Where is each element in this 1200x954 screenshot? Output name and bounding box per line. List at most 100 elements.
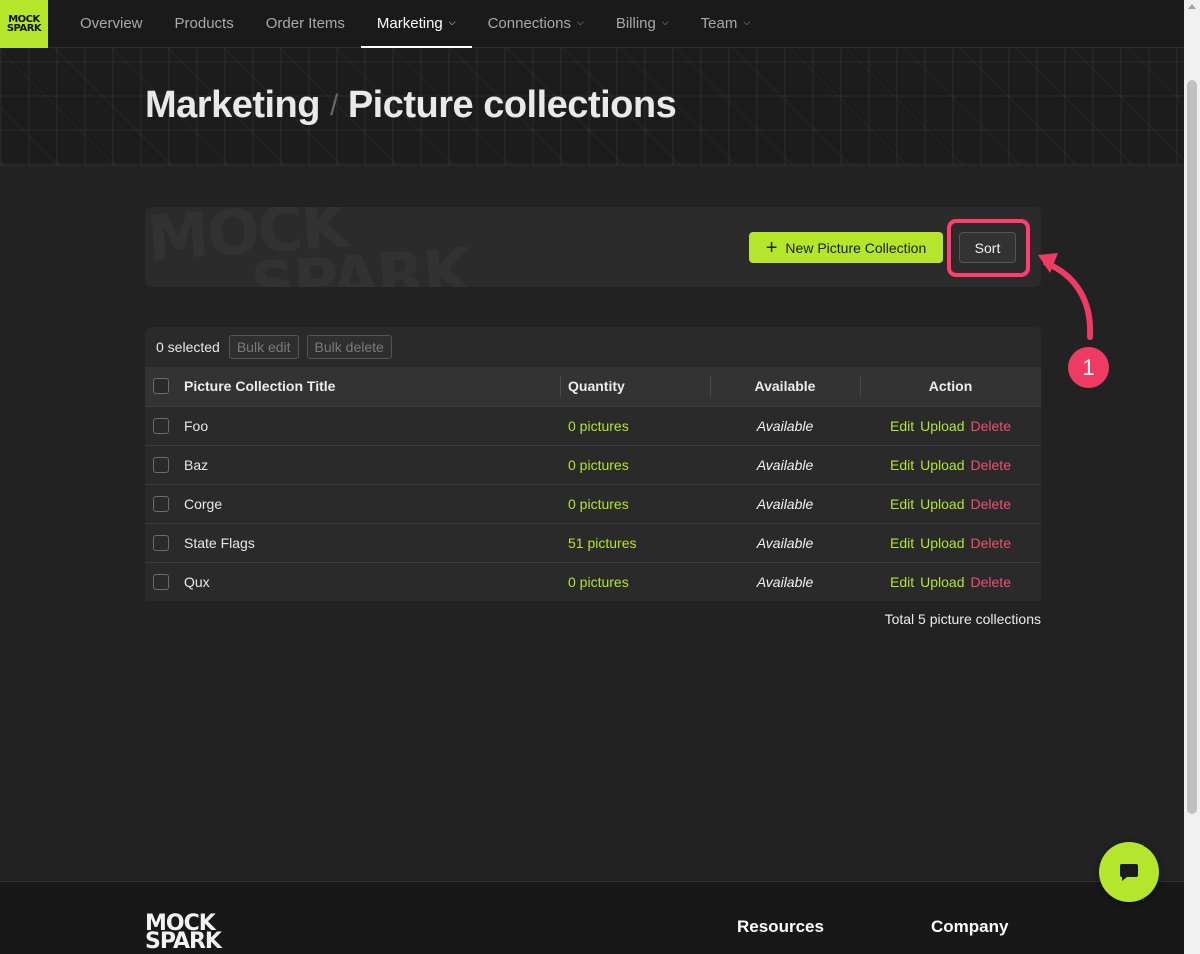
row-title: Foo	[184, 406, 560, 446]
nav-label: Marketing	[376, 15, 443, 32]
watermark-line-2: SPARK	[248, 233, 472, 287]
edit-link[interactable]: Edit	[890, 418, 914, 434]
edit-link[interactable]: Edit	[890, 457, 914, 473]
header-quantity[interactable]: Quantity	[560, 367, 710, 407]
nav-label: Team	[700, 15, 738, 32]
chat-launcher-button[interactable]	[1099, 842, 1159, 902]
chevron-down-icon: ⌵	[743, 17, 751, 27]
nav-label: Overview	[80, 15, 143, 32]
scrollbar-thumb[interactable]	[1187, 80, 1197, 814]
row-quantity-link[interactable]: 0 pictures	[568, 457, 629, 473]
row-available: Available	[710, 445, 860, 485]
row-available: Available	[710, 484, 860, 524]
page-title: Marketing / Picture collections	[145, 84, 677, 127]
row-actions: Edit Upload Delete	[860, 445, 1041, 485]
bulk-delete-button[interactable]: Bulk delete	[306, 335, 392, 359]
delete-link[interactable]: Delete	[971, 496, 1011, 512]
selected-count: 0 selected	[156, 339, 220, 355]
row-actions: Edit Upload Delete	[860, 523, 1041, 563]
nav-item-marketing[interactable]: Marketing ⌵	[360, 0, 472, 48]
nav-item-overview[interactable]: Overview	[64, 0, 159, 48]
annotation-highlight-box	[947, 219, 1030, 277]
header-quantity-label: Quantity	[568, 378, 625, 395]
nav-label: Order Items	[265, 15, 345, 32]
row-quantity-cell: 0 pictures	[560, 484, 710, 524]
chat-icon	[1120, 864, 1138, 881]
header-action: Action	[860, 367, 1041, 407]
new-button-label: New Picture Collection	[785, 239, 927, 256]
breadcrumb-section[interactable]: Marketing	[145, 84, 320, 127]
toolbar-card: MOCK SPARK + New Picture Collection Sort	[145, 207, 1041, 287]
upload-link[interactable]: Upload	[920, 457, 964, 473]
brand-logo[interactable]: MOCK SPARK	[0, 0, 48, 48]
nav-label: Billing	[615, 15, 656, 32]
row-actions: Edit Upload Delete	[860, 484, 1041, 524]
upload-link[interactable]: Upload	[920, 535, 964, 551]
breadcrumb-current: Picture collections	[347, 84, 677, 126]
footer-heading-company: Company	[931, 917, 1009, 936]
row-quantity-link[interactable]: 0 pictures	[568, 574, 629, 590]
chevron-down-icon: ⌵	[661, 17, 669, 27]
row-checkbox[interactable]	[153, 534, 169, 551]
row-title: Qux	[184, 562, 560, 601]
delete-link[interactable]: Delete	[971, 418, 1011, 434]
table-header-row: Picture Collection Title Quantity Availa…	[145, 367, 1041, 407]
row-checkbox[interactable]	[153, 456, 169, 473]
row-checkbox[interactable]	[153, 573, 169, 590]
bulk-actions-bar: 0 selected Bulk edit Bulk delete	[145, 327, 1041, 367]
new-picture-collection-button[interactable]: + New Picture Collection	[749, 232, 943, 263]
upload-link[interactable]: Upload	[920, 496, 964, 512]
row-quantity-cell: 0 pictures	[560, 562, 710, 601]
bulk-edit-button[interactable]: Bulk edit	[228, 335, 299, 359]
row-available: Available	[710, 523, 860, 563]
total-count: Total 5 picture collections	[884, 611, 1041, 627]
table-row: Qux 0 pictures Available Edit Upload Delet…	[145, 562, 1041, 601]
row-quantity-link[interactable]: 51 pictures	[568, 535, 636, 551]
nav-item-connections[interactable]: Connections ⌵	[472, 0, 600, 48]
header-available[interactable]: Available	[710, 367, 860, 407]
nav-item-order-items[interactable]: Order Items	[250, 0, 361, 48]
row-actions: Edit Upload Delete	[860, 562, 1041, 601]
table-row: Corge 0 pictures Available Edit Upload Del…	[145, 484, 1041, 524]
delete-link[interactable]: Delete	[971, 535, 1011, 551]
nav-item-team[interactable]: Team ⌵	[685, 0, 767, 48]
footer-heading-resources: Resources	[737, 917, 824, 936]
table-row: State Flags 51 pictures Available Edit Up…	[145, 523, 1041, 563]
picture-collections-table-card: 0 selected Bulk edit Bulk delete Picture…	[145, 327, 1041, 601]
chevron-down-icon: ⌵	[576, 17, 584, 27]
delete-link[interactable]: Delete	[971, 457, 1011, 473]
select-all-checkbox[interactable]	[153, 378, 169, 395]
chevron-down-icon: ⌵	[448, 17, 456, 27]
nav-item-billing[interactable]: Billing ⌵	[600, 0, 685, 48]
row-select-cell	[145, 562, 184, 601]
edit-link[interactable]: Edit	[890, 496, 914, 512]
row-checkbox[interactable]	[153, 495, 169, 512]
row-quantity-link[interactable]: 0 pictures	[568, 496, 629, 512]
edit-link[interactable]: Edit	[890, 574, 914, 590]
row-actions: Edit Upload Delete	[860, 406, 1041, 446]
nav-item-products[interactable]: Products	[159, 0, 250, 48]
page-scrollbar[interactable]	[1184, 0, 1200, 954]
row-checkbox[interactable]	[153, 417, 169, 434]
upload-link[interactable]: Upload	[920, 574, 964, 590]
header-title[interactable]: Picture Collection Title	[184, 367, 560, 407]
row-quantity-cell: 0 pictures	[560, 445, 710, 485]
picture-collections-table: Picture Collection Title Quantity Availa…	[145, 367, 1041, 601]
table-row: Baz 0 pictures Available Edit Upload Delet…	[145, 445, 1041, 485]
site-footer: MOCK SPARK Resources Company	[0, 881, 1184, 954]
delete-link[interactable]: Delete	[971, 574, 1011, 590]
scroll-up-icon[interactable]	[1188, 4, 1196, 9]
nav-label: Products	[174, 15, 234, 32]
logo-line-2: SPARK	[6, 22, 42, 34]
header-select-cell	[145, 367, 184, 407]
edit-link[interactable]: Edit	[890, 535, 914, 551]
table-row: Foo 0 pictures Available Edit Upload Delet…	[145, 406, 1041, 446]
row-select-cell	[145, 406, 184, 446]
nav-items: Overview Products Order Items Marketing ⌵…	[64, 0, 766, 48]
row-quantity-cell: 51 pictures	[560, 523, 710, 563]
footer-logo[interactable]: MOCK SPARK	[145, 913, 222, 953]
row-quantity-link[interactable]: 0 pictures	[568, 418, 629, 434]
row-select-cell	[145, 523, 184, 563]
row-available: Available	[710, 406, 860, 446]
upload-link[interactable]: Upload	[920, 418, 964, 434]
